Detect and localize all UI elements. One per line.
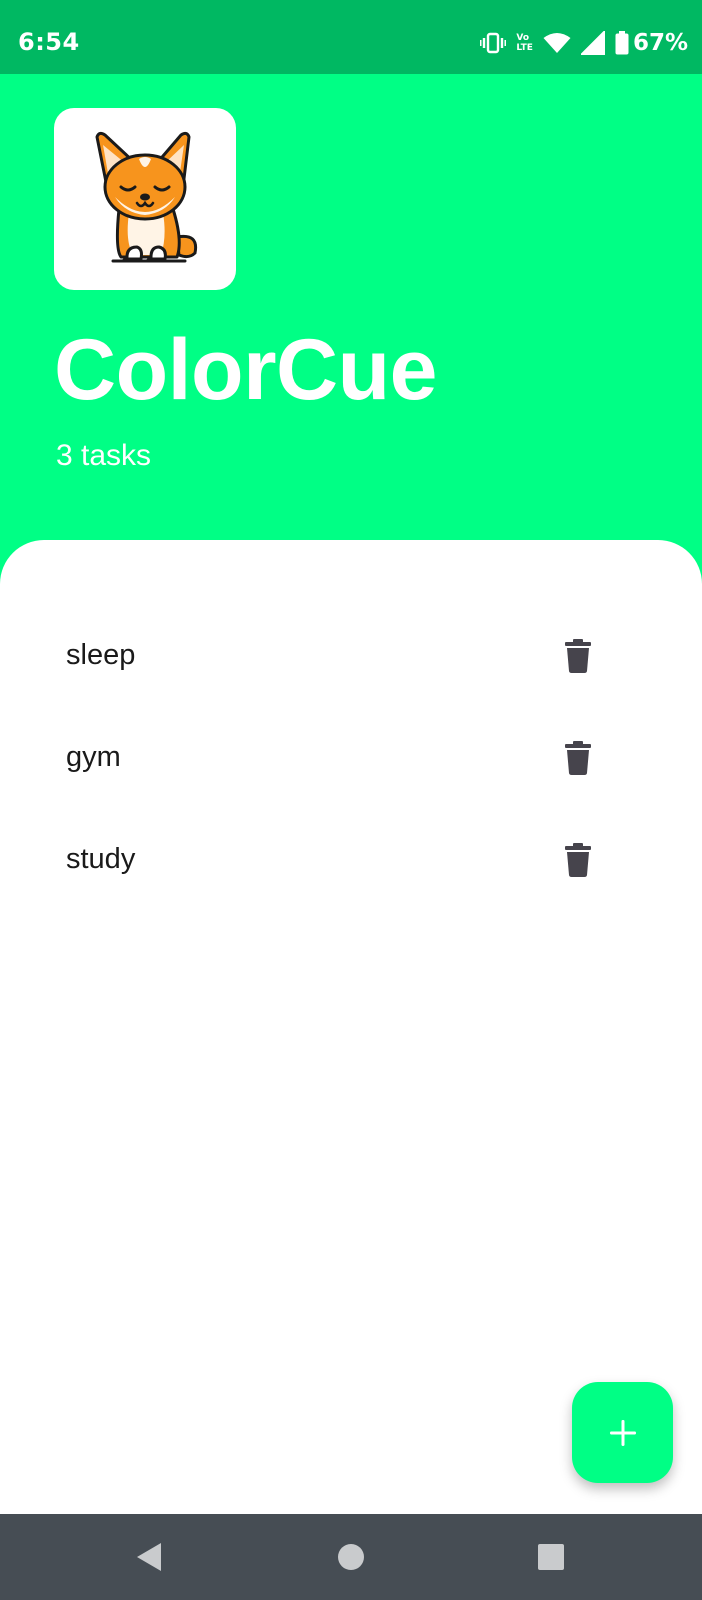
task-count: 3 tasks (56, 439, 152, 472)
task-row[interactable]: study (0, 814, 702, 916)
status-time: 6:54 (18, 28, 80, 56)
battery-indicator: 67% (615, 30, 688, 56)
back-icon (137, 1543, 161, 1571)
back-button[interactable] (132, 1540, 166, 1574)
recents-button[interactable] (534, 1540, 568, 1574)
task-row[interactable]: sleep (0, 610, 702, 712)
battery-icon (615, 31, 629, 55)
volte-icon: Vo LTE (516, 33, 533, 53)
volte-bottom-text: LTE (516, 43, 533, 53)
vibrate-icon (480, 32, 507, 54)
wifi-icon (543, 32, 571, 54)
trash-icon (565, 639, 591, 673)
task-label: gym (66, 741, 121, 773)
recents-icon (538, 1544, 564, 1570)
app-title: ColorCue (54, 322, 438, 418)
home-icon (338, 1544, 364, 1570)
plus-icon (609, 1419, 636, 1446)
delete-button[interactable] (554, 734, 602, 782)
task-sheet: sleep gym study (0, 540, 702, 1514)
avatar (54, 108, 236, 290)
delete-button[interactable] (554, 632, 602, 680)
battery-percent: 67% (632, 30, 688, 56)
trash-icon (565, 843, 591, 877)
task-row[interactable]: gym (0, 712, 702, 814)
status-bar: 6:54 Vo LTE 67% (0, 0, 702, 74)
system-nav-bar (0, 1514, 702, 1600)
task-label: sleep (66, 639, 136, 671)
task-list: sleep gym study (0, 610, 702, 916)
trash-icon (565, 741, 591, 775)
task-label: study (66, 843, 136, 875)
add-task-button[interactable] (572, 1382, 673, 1483)
corgi-mascot-icon (95, 131, 198, 263)
status-icons: Vo LTE 67% (480, 26, 688, 60)
volte-top-text: Vo (516, 33, 530, 43)
app-header: ColorCue 3 tasks (0, 74, 702, 554)
cell-signal-icon (580, 31, 605, 55)
delete-button[interactable] (554, 836, 602, 884)
home-button[interactable] (334, 1540, 368, 1574)
